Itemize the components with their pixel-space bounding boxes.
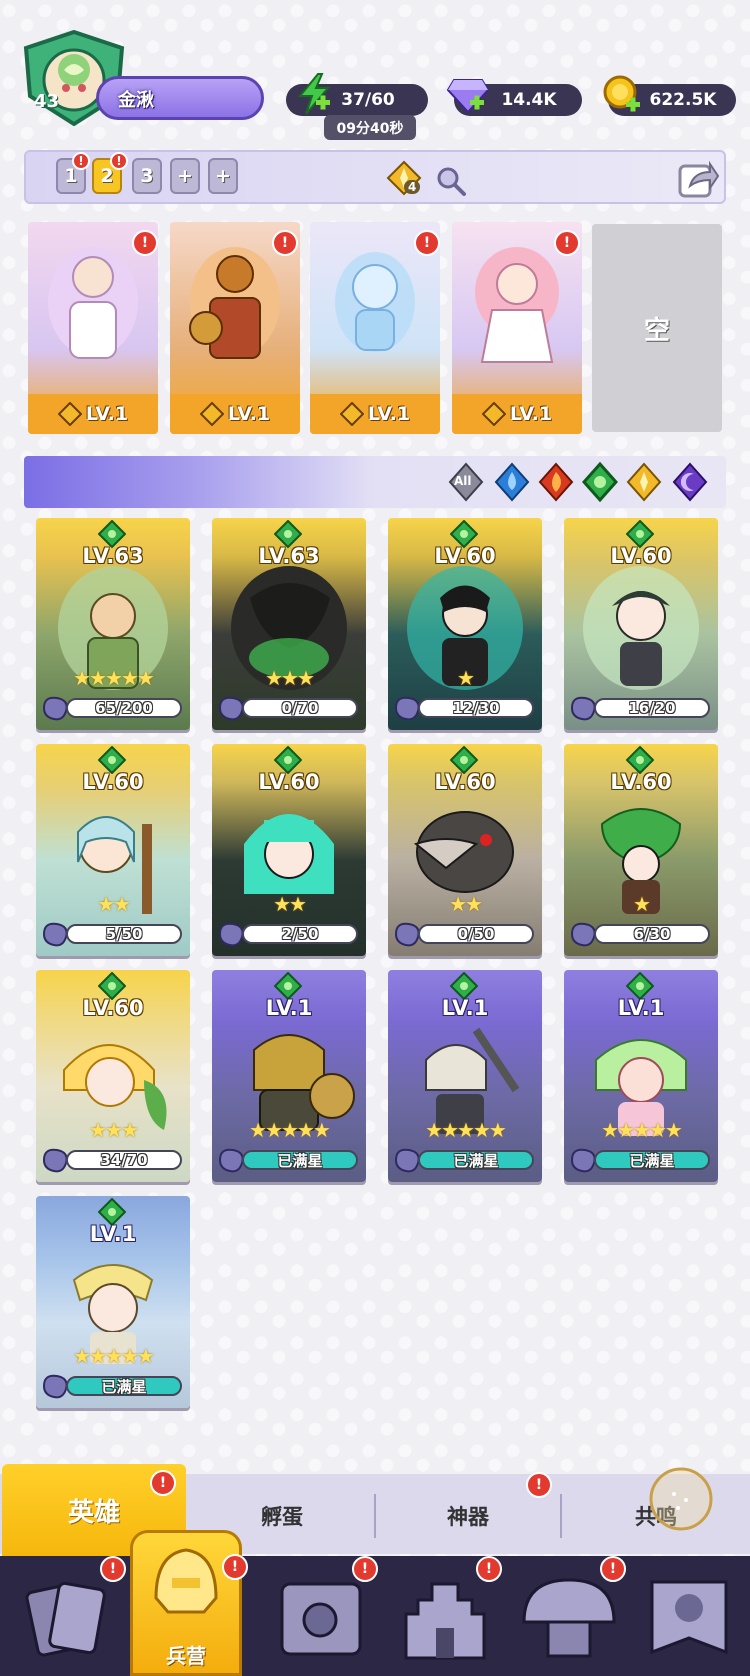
hero-shard-progress: 65/200 <box>66 698 182 718</box>
formation-2-alert-icon: ! <box>272 230 298 256</box>
stamina-value: 37/60 <box>341 90 395 110</box>
hero-shard-progress: 已满星 <box>66 1376 182 1396</box>
nav-book-alert-icon: ! <box>352 1556 378 1582</box>
hero-portrait <box>335 252 415 352</box>
light-element-icon <box>57 402 82 426</box>
formation-level: LV.1 <box>367 403 411 425</box>
hero-stars: ★★★★★ <box>73 666 155 690</box>
hero-portrait <box>189 247 280 359</box>
hero-card[interactable]: LV.1 ★★★★★ 已满星 <box>564 970 718 1182</box>
tab-artifacts[interactable]: 神器 <box>376 1494 560 1538</box>
light-element-count: 4 <box>404 180 421 194</box>
stamina-timer: 09分40秒 <box>324 115 416 140</box>
hero-card[interactable]: LV.60 ★★ 0/50 <box>388 744 542 956</box>
formation-3-alert-icon: ! <box>414 230 440 256</box>
light-element-icon <box>199 402 224 426</box>
filter-wind-icon[interactable] <box>582 462 618 502</box>
hero-portrait <box>475 247 559 363</box>
nav-mushroom-house-alert-icon: ! <box>600 1556 626 1582</box>
formation-level: LV.1 <box>227 403 271 425</box>
coin-icon <box>603 75 640 112</box>
gem-value: 14.4K <box>501 90 557 110</box>
tab-artifacts-alert-icon: ! <box>526 1472 552 1498</box>
team-selector-bar <box>24 150 726 204</box>
team-tab-3[interactable]: 3 <box>132 158 162 194</box>
player-name: 金湫 <box>118 90 154 111</box>
filter-dark-icon[interactable] <box>672 462 708 502</box>
nav-guild-banner-icon[interactable] <box>630 1562 748 1672</box>
hero-stars: ★★★ <box>265 666 315 690</box>
player-level: 43 <box>34 91 60 112</box>
hero-card[interactable]: LV.63 ★★★ 0/70 <box>212 518 366 730</box>
filter-all-label: All <box>454 474 472 488</box>
formation-level: LV.1 <box>509 403 553 425</box>
team-1-alert-icon: ! <box>72 152 90 170</box>
nav-barracks-label: 兵营 <box>166 1644 206 1668</box>
hero-card[interactable]: LV.60 ★★ 2/50 <box>212 744 366 956</box>
coin-value: 622.5K <box>649 90 717 110</box>
formation-4-alert-icon: ! <box>554 230 580 256</box>
gem-diamond-icon <box>446 79 490 114</box>
hero-card[interactable]: LV.60 ★★ 5/50 <box>36 744 190 956</box>
hero-shard-progress: 0/50 <box>418 924 534 944</box>
formation-slot-empty[interactable]: 空 <box>592 224 722 432</box>
nav-barracks-alert-icon: ! <box>222 1554 248 1580</box>
hero-stars: ★★ <box>449 892 483 916</box>
formation-1-alert-icon: ! <box>132 230 158 256</box>
stamina-lightning-icon <box>297 73 331 115</box>
hero-shard-progress: 已满星 <box>418 1150 534 1170</box>
filter-fire-icon[interactable] <box>538 462 574 502</box>
team-2-alert-icon: ! <box>110 152 128 170</box>
hero-shard-progress: 已满星 <box>242 1150 358 1170</box>
hero-stars: ★★★★★ <box>601 1118 683 1142</box>
hero-card[interactable]: LV.60 ★ 6/30 <box>564 744 718 956</box>
hero-card[interactable]: LV.60 ★★★ 34/70 <box>36 970 190 1182</box>
hero-card[interactable]: LV.1 ★★★★★ 已满星 <box>36 1196 190 1408</box>
hero-stars: ★ <box>633 892 651 916</box>
hero-stars: ★★★★★ <box>249 1118 331 1142</box>
hero-card[interactable]: LV.1 ★★★★★ 已满星 <box>388 970 542 1182</box>
hero-card[interactable]: LV.1 ★★★★★ 已满星 <box>212 970 366 1182</box>
share-icon[interactable] <box>676 156 720 200</box>
hero-shard-progress: 12/30 <box>418 698 534 718</box>
hero-shard-progress: 0/70 <box>242 698 358 718</box>
nav-castle-alert-icon: ! <box>476 1556 502 1582</box>
hero-portrait <box>48 247 138 359</box>
hero-shard-progress: 34/70 <box>66 1150 182 1170</box>
tab-heroes-alert-icon: ! <box>150 1470 176 1496</box>
hero-card[interactable]: LV.60 16/20 <box>564 518 718 730</box>
hero-shard-progress: 16/20 <box>594 698 710 718</box>
hero-shard-progress: 已满星 <box>594 1150 710 1170</box>
light-element-icon <box>339 402 364 426</box>
nav-cards-alert-icon: ! <box>100 1556 126 1582</box>
light-element-badge-icon[interactable] <box>386 160 424 198</box>
hero-stars: ★★★ <box>89 1118 139 1142</box>
filter-water-icon[interactable] <box>494 462 530 502</box>
hero-portrait <box>583 566 699 690</box>
hero-shard-progress: 5/50 <box>66 924 182 944</box>
team-tab-add-2[interactable]: + <box>208 158 238 194</box>
floating-sparkle-button-icon[interactable] <box>648 1466 714 1532</box>
element-filter-bar <box>24 456 726 508</box>
formation-level: LV.1 <box>85 403 129 425</box>
hero-stars: ★★ <box>273 892 307 916</box>
nav-barracks-helmet-icon <box>154 1548 218 1614</box>
hero-stars: ★★★★★ <box>73 1344 155 1368</box>
hero-card[interactable]: LV.63 ★★★★★ 65/200 <box>36 518 190 730</box>
hero-stars: ★ <box>457 666 475 690</box>
hero-shard-progress: 2/50 <box>242 924 358 944</box>
search-icon[interactable] <box>434 164 468 198</box>
hero-stars: ★★★★★ <box>425 1118 507 1142</box>
hero-card[interactable]: LV.60 ★ 12/30 <box>388 518 542 730</box>
hero-shard-progress: 6/30 <box>594 924 710 944</box>
team-tab-add-1[interactable]: + <box>170 158 200 194</box>
hero-stars: ★★ <box>97 892 131 916</box>
light-element-icon <box>481 402 506 426</box>
filter-light-icon[interactable] <box>626 462 662 502</box>
